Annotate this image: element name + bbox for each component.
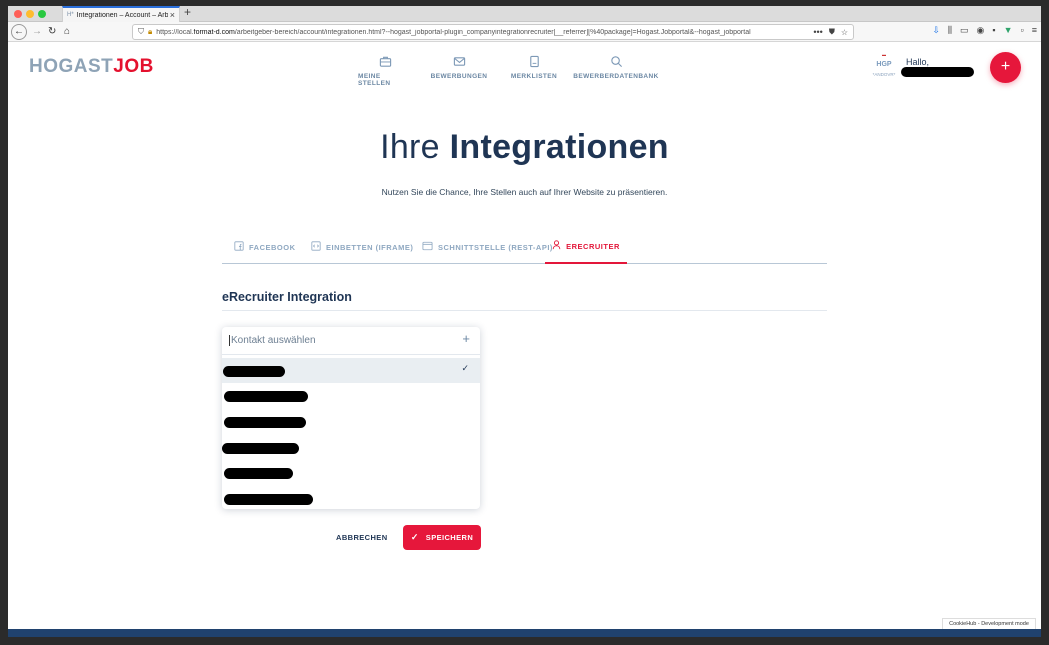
tab-einbetten-iframe[interactable]: EINBETTEN (IFRAME)	[311, 231, 413, 264]
footer-bar	[8, 629, 1041, 637]
company-logo[interactable]: ▬ HGP *ANDOVR*	[869, 50, 899, 80]
redacted-contact-name	[224, 494, 313, 505]
browser-tab-title: Integrationen – Account – Arbei	[76, 11, 168, 19]
close-window-button[interactable]	[14, 10, 22, 18]
section-title: eRecruiter Integration	[222, 290, 352, 304]
account-icon[interactable]: ◉	[977, 25, 985, 36]
tab-close-icon[interactable]: ×	[170, 10, 175, 20]
tab-facebook[interactable]: FACEBOOK	[234, 231, 296, 264]
home-icon[interactable]: ⌂	[64, 24, 70, 40]
toolbar-icons: ⇩ ⫼ ▭ ◉ ▪ ▼ ▫ ≡	[932, 25, 1037, 36]
redacted-contact-name	[222, 443, 299, 454]
tab-schnittstelle-rest-api[interactable]: SCHNITTSTELLE (REST-API)	[422, 231, 553, 264]
document-icon	[528, 55, 541, 71]
address-bar[interactable]: ⛉ 🔒︎ https://local.format-d.com/arbeitge…	[132, 24, 854, 40]
contact-option[interactable]: ✓	[222, 358, 480, 383]
blank-extension-icon[interactable]: ▫	[1021, 25, 1024, 36]
dropdown-divider	[222, 354, 480, 355]
page-title: Ihre Integrationen	[380, 128, 669, 166]
forward-icon[interactable]: →	[32, 24, 42, 40]
address-bar-url[interactable]: https://local.format-d.com/arbeitgeber-b…	[156, 29, 807, 36]
save-button[interactable]: ✓ SPEICHERN	[403, 525, 481, 550]
main-navigation: MEINE STELLEN BEWERBUNGEN MERKLISTEN BEW…	[358, 55, 659, 87]
shield-icon[interactable]: ⛉	[138, 27, 144, 37]
library-icon[interactable]: ⫼	[948, 25, 952, 36]
code-icon	[311, 241, 321, 254]
page-subtitle: Nutzen Sie die Chance, Ihre Stellen auch…	[381, 187, 668, 197]
user-icon	[552, 240, 561, 253]
search-icon	[610, 55, 623, 71]
check-icon: ✓	[410, 532, 419, 542]
minimize-window-button[interactable]	[26, 10, 34, 18]
sidebar-icon[interactable]: ▭	[960, 25, 969, 36]
redacted-contact-name	[224, 391, 308, 402]
redacted-contact-name	[223, 366, 285, 377]
contact-search-placeholder: Kontakt auswählen	[231, 335, 316, 346]
star-icon[interactable]: ☆	[841, 28, 848, 37]
briefcase-icon	[379, 55, 392, 71]
more-icon[interactable]: •••	[813, 27, 822, 37]
maximize-window-button[interactable]	[38, 10, 46, 18]
window-icon	[422, 241, 433, 254]
pocket-icon[interactable]: ⛊	[829, 27, 835, 37]
add-button[interactable]: +	[990, 52, 1021, 83]
contact-search-input[interactable]: Kontakt auswählen	[229, 333, 473, 349]
nav-meine-stellen[interactable]: MEINE STELLEN	[358, 55, 413, 87]
new-tab-button[interactable]: +	[184, 5, 191, 19]
plus-icon[interactable]: +	[462, 331, 470, 346]
contact-option[interactable]	[222, 435, 480, 460]
extensions-icon[interactable]: ▪	[992, 25, 995, 36]
contact-option[interactable]	[222, 486, 480, 509]
redacted-contact-name	[224, 468, 293, 479]
cancel-button[interactable]: ABBRECHEN	[336, 533, 388, 543]
menu-icon[interactable]: ≡	[1032, 25, 1037, 36]
mail-icon	[453, 55, 466, 71]
back-icon[interactable]: ←	[11, 24, 27, 40]
redacted-user-name	[901, 67, 974, 77]
nav-merklisten[interactable]: MERKLISTEN	[509, 55, 559, 87]
browser-toolbar: ← → ↻ ⌂ ⛉ 🔒︎ https://local.format-d.com/…	[8, 22, 1041, 42]
vue-icon[interactable]: ▼	[1004, 25, 1013, 36]
contact-option[interactable]	[222, 383, 480, 408]
contact-option[interactable]	[222, 460, 480, 485]
browser-tab-bar: H* Integrationen – Account – Arbei × +	[8, 5, 1041, 22]
integration-tabs: FACEBOOK EINBETTEN (IFRAME) SCHNITTSTELL…	[222, 231, 827, 264]
redacted-contact-name	[224, 417, 306, 428]
nav-bewerberdatenbank[interactable]: BEWERBERDATENBANK	[573, 55, 659, 87]
download-icon[interactable]: ⇩	[932, 25, 940, 36]
lock-icon[interactable]: 🔒︎	[148, 27, 152, 37]
reload-icon[interactable]: ↻	[48, 24, 56, 40]
user-greeting[interactable]: Hallo,	[906, 57, 929, 67]
hogastjob-logo[interactable]: HOGASTJOB	[29, 56, 154, 78]
tab-erecruiter[interactable]: ERECRUITER	[545, 231, 627, 264]
web-page: HOGASTJOB MEINE STELLEN BEWERBUNGEN MERK…	[8, 42, 1041, 637]
nav-bewerbungen[interactable]: BEWERBUNGEN	[427, 55, 491, 87]
contact-option[interactable]	[222, 409, 480, 434]
browser-tab[interactable]: H* Integrationen – Account – Arbei ×	[62, 6, 180, 22]
site-favicon-icon: H*	[67, 12, 74, 18]
section-divider	[222, 310, 827, 311]
facebook-icon	[234, 241, 244, 254]
check-icon: ✓	[461, 363, 469, 373]
contact-select-dropdown[interactable]: Kontakt auswählen + ✓	[222, 327, 480, 509]
